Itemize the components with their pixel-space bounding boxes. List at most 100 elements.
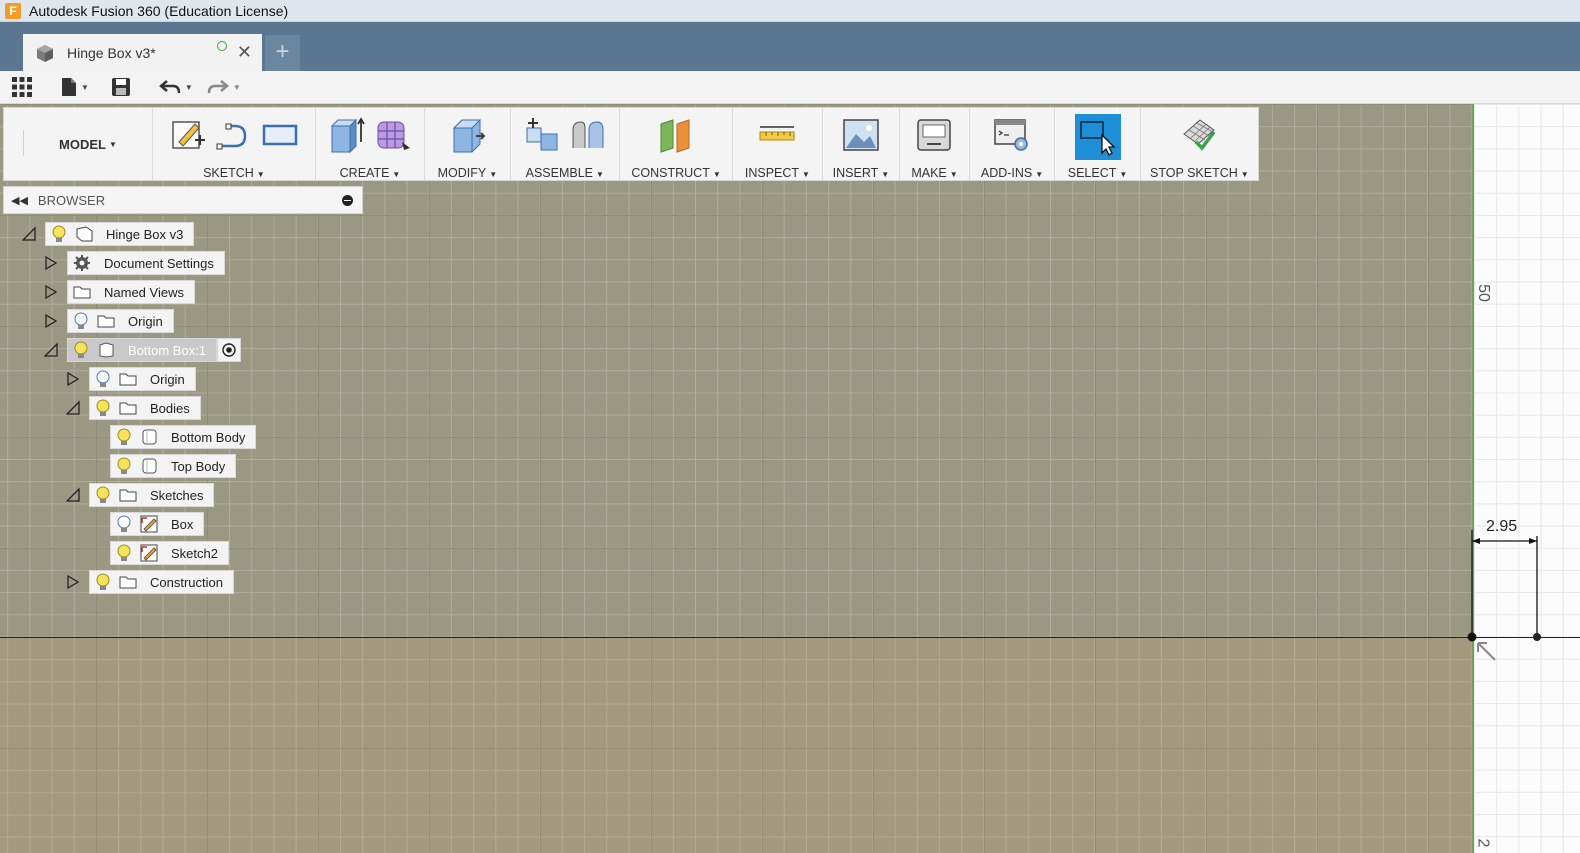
browser-node-label: Bottom Box:1	[128, 342, 207, 358]
expanded-triangle-icon[interactable]	[66, 487, 80, 503]
browser-row-hinge-box[interactable]: Hinge Box v3	[22, 222, 195, 246]
joint-icon[interactable]	[569, 116, 607, 154]
browser-node-label: Named Views	[104, 284, 184, 300]
model-canvas[interactable]	[0, 104, 1472, 853]
ribbon-group-inspect[interactable]: INSPECT ▼	[733, 108, 823, 180]
browser-node-label: Bodies	[150, 400, 190, 416]
workspace-switcher[interactable]: MODEL ▼	[24, 108, 153, 180]
ribbon-group-stop-sketch[interactable]: STOP SKETCH ▼	[1141, 108, 1258, 180]
browser-row-sketches[interactable]: Sketches	[66, 483, 215, 507]
browser-row-origin[interactable]: Origin	[44, 309, 174, 333]
minimize-panel-icon[interactable]	[342, 194, 353, 206]
ribbon-group-assemble[interactable]: ASSEMBLE ▼	[511, 108, 620, 180]
visibility-bulb-off-icon[interactable]	[94, 369, 112, 389]
expanded-triangle-icon[interactable]	[66, 400, 80, 416]
collapsed-triangle-icon[interactable]	[66, 574, 80, 590]
collapsed-triangle-icon[interactable]	[66, 371, 80, 387]
visibility-bulb-icon[interactable]	[94, 572, 112, 592]
browser-node-selected[interactable]: Bottom Box:1	[67, 338, 218, 362]
browser-node[interactable]: Document Settings	[67, 251, 225, 275]
chevron-down-icon: ▼	[949, 170, 958, 179]
form-icon[interactable]	[374, 116, 412, 154]
browser-node[interactable]: Hinge Box v3	[45, 222, 195, 246]
visibility-bulb-icon[interactable]	[50, 224, 68, 244]
browser-node[interactable]: Box	[110, 512, 205, 536]
expanded-triangle-icon[interactable]	[44, 342, 58, 358]
browser-node[interactable]: Construction	[89, 570, 234, 594]
browser-row-construction[interactable]: Construction	[66, 570, 234, 594]
ribbon-group-make[interactable]: MAKE ▼	[900, 108, 970, 180]
save-button[interactable]	[111, 77, 131, 97]
visibility-bulb-off-icon[interactable]	[115, 514, 133, 534]
stop-sketch-icon[interactable]	[1180, 116, 1218, 154]
file-menu-button[interactable]: ▼	[61, 77, 89, 97]
collapse-panel-icon[interactable]: ◀◀	[11, 194, 28, 207]
collapsed-triangle-icon[interactable]	[44, 284, 58, 300]
grid-apps-icon	[12, 77, 32, 97]
browser-node[interactable]: Origin	[89, 367, 196, 391]
visibility-bulb-icon[interactable]	[94, 398, 112, 418]
select-tool-button[interactable]	[1074, 114, 1121, 160]
redo-button[interactable]: ▼	[207, 79, 241, 95]
browser-row-bottom-box[interactable]: Bottom Box:1	[44, 338, 242, 362]
dimension-label[interactable]: 2.95	[1486, 518, 1517, 536]
undo-button[interactable]: ▼	[158, 79, 193, 95]
ribbon-group-add-ins-label: ADD-INS	[980, 166, 1033, 180]
3d-print-icon[interactable]	[915, 116, 953, 154]
browser-node[interactable]: Sketches	[89, 483, 215, 507]
activate-component-button[interactable]	[217, 338, 242, 362]
browser-row-named-views[interactable]: Named Views	[44, 280, 195, 304]
browser-row-sketch2[interactable]: Sketch2	[110, 541, 229, 565]
ribbon-group-add-ins[interactable]: ADD-INS ▼	[970, 108, 1056, 180]
extrude-icon[interactable]	[328, 116, 366, 154]
browser-node[interactable]: Bottom Body	[110, 425, 257, 449]
browser-node[interactable]: Top Body	[110, 454, 237, 478]
browser-node-label: Sketch2	[171, 545, 218, 561]
browser-row-top-body[interactable]: Top Body	[110, 454, 237, 478]
browser-row-box[interactable]: Box	[110, 512, 205, 536]
browser-node[interactable]: Bodies	[89, 396, 201, 420]
visibility-bulb-icon[interactable]	[115, 456, 133, 476]
rectangle-tool-icon[interactable]	[261, 116, 299, 154]
browser-node[interactable]: Origin	[67, 309, 174, 333]
workspace-label: MODEL	[59, 136, 106, 152]
ribbon-group-sketch[interactable]: SKETCH ▼	[153, 108, 316, 180]
visibility-bulb-icon[interactable]	[115, 427, 133, 447]
ribbon-group-construct[interactable]: CONSTRUCT ▼	[620, 108, 734, 180]
collapsed-triangle-icon[interactable]	[44, 313, 58, 329]
press-pull-icon[interactable]	[448, 116, 486, 154]
visibility-bulb-icon[interactable]	[115, 543, 133, 563]
sketch-icon	[140, 544, 158, 562]
browser-row-bodies[interactable]: Bodies	[66, 396, 201, 420]
ribbon-group-insert[interactable]: INSERT ▼	[823, 108, 901, 180]
insert-image-icon[interactable]	[842, 116, 880, 154]
expanded-triangle-icon[interactable]	[22, 226, 36, 242]
create-sketch-icon[interactable]	[169, 116, 207, 154]
ribbon-group-create[interactable]: CREATE ▼	[316, 108, 426, 180]
line-tool-icon[interactable]	[215, 116, 253, 154]
browser-panel-header[interactable]: ◀◀ BROWSER	[3, 186, 363, 214]
folder-icon	[119, 576, 137, 589]
browser-node[interactable]: Named Views	[67, 280, 195, 304]
browser-row-bottom-body[interactable]: Bottom Body	[110, 425, 257, 449]
visibility-bulb-off-icon[interactable]	[72, 311, 90, 331]
document-tab[interactable]: Hinge Box v3* ✕	[23, 34, 262, 71]
collapsed-triangle-icon[interactable]	[44, 255, 58, 271]
visibility-bulb-icon[interactable]	[72, 340, 90, 360]
scripts-add-ins-icon[interactable]	[993, 116, 1031, 154]
chevron-down-icon: ▼	[392, 170, 401, 179]
ribbon-group-select[interactable]: SELECT ▼	[1055, 108, 1141, 180]
visibility-bulb-icon[interactable]	[94, 485, 112, 505]
measure-icon[interactable]	[758, 116, 796, 154]
browser-row-document-settings[interactable]: Document Settings	[44, 251, 225, 275]
sketch-region[interactable]	[1472, 104, 1580, 853]
ribbon-group-modify[interactable]: MODIFY ▼	[425, 108, 511, 180]
ribbon-grip-handle[interactable]	[12, 130, 24, 156]
offset-plane-icon[interactable]	[657, 116, 695, 154]
data-panel-button[interactable]	[11, 76, 33, 98]
browser-node[interactable]: Sketch2	[110, 541, 229, 565]
new-tab-button[interactable]: +	[265, 35, 300, 71]
browser-row-origin-sub[interactable]: Origin	[66, 367, 196, 391]
close-tab-icon[interactable]: ✕	[237, 42, 252, 63]
new-component-icon[interactable]	[523, 116, 561, 154]
